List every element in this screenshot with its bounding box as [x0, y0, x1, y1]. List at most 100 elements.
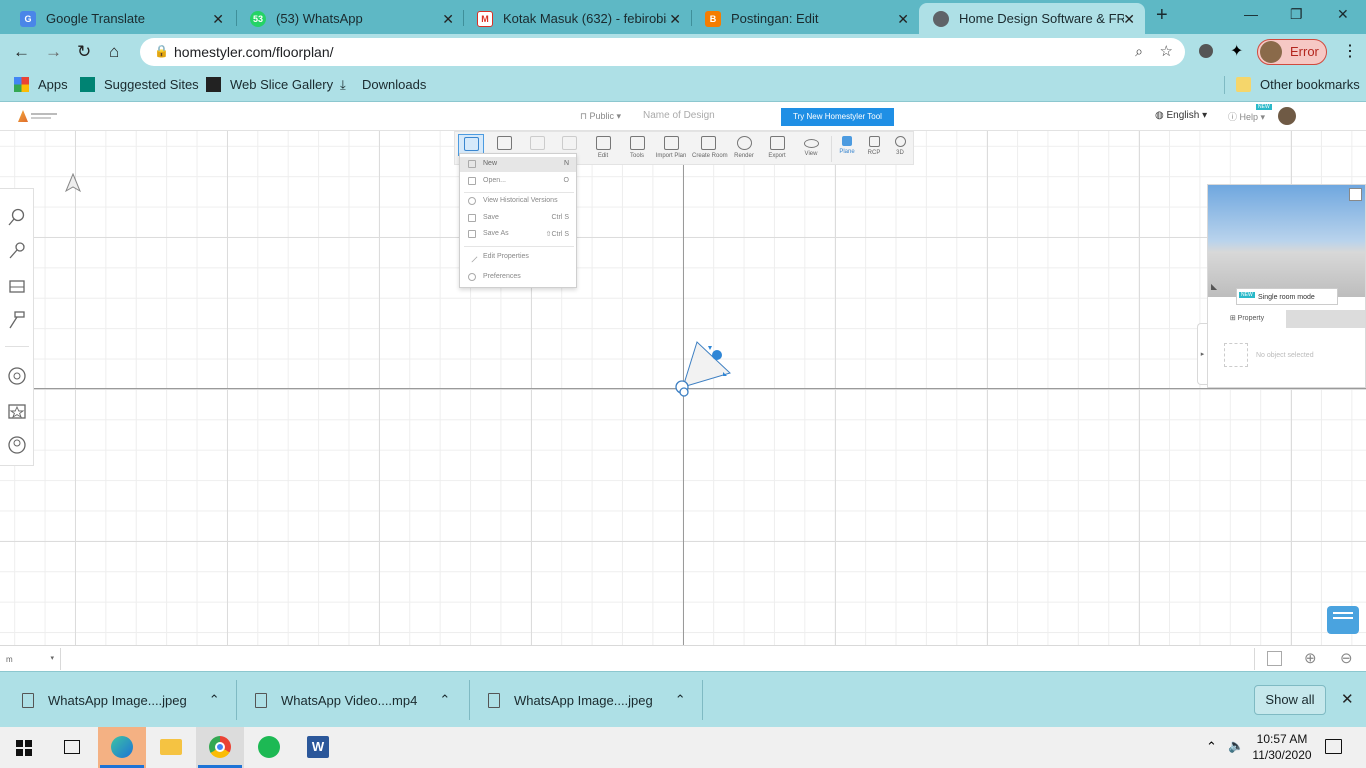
notification-icon[interactable] — [1325, 739, 1342, 754]
zoom-in-icon[interactable]: ⊕ — [1304, 649, 1317, 667]
single-room-mode-toggle[interactable]: NEW Single room mode — [1236, 288, 1338, 305]
help-menu[interactable]: ⓘ Help ▾ — [1228, 110, 1265, 123]
favorites-icon[interactable] — [7, 401, 27, 421]
download-item[interactable]: WhatsApp Image....jpeg ⌃ — [488, 672, 686, 728]
url-text: homestyler.com/floorplan/ — [174, 44, 334, 60]
fit-view-icon[interactable] — [1267, 651, 1282, 666]
browser-toolbar: ← → ↻ ⌂ 🔒 homestyler.com/floorplan/ ⌕ ☆ … — [0, 34, 1366, 70]
puzzle-icon[interactable]: ✦ — [1230, 41, 1243, 61]
chevron-up-icon[interactable]: ⌃ — [439, 692, 450, 708]
create-room-button[interactable]: Create Room — [692, 134, 728, 164]
chevron-up-icon[interactable]: ⌃ — [1206, 739, 1217, 755]
user-profile-icon[interactable] — [7, 435, 27, 455]
resize-handle-icon[interactable]: ◣ — [1211, 282, 1217, 291]
edit-button[interactable]: Edit — [587, 134, 619, 164]
language-selector[interactable]: ◍ English ▾ — [1155, 110, 1207, 121]
menu-item-edit-properties[interactable]: Edit Properties — [460, 250, 576, 265]
try-new-tool-button[interactable]: Try New Homestyler Tool — [781, 108, 894, 126]
menu-item-view-historical-versions[interactable]: View Historical Versions — [460, 194, 576, 209]
zoom-icon[interactable]: ⌕ — [1135, 43, 1143, 60]
tools-button[interactable]: Tools — [621, 134, 653, 164]
import-plan-button[interactable]: Import Plan — [655, 134, 687, 164]
camera-widget[interactable] — [670, 339, 734, 401]
task-view-button[interactable] — [48, 727, 96, 768]
close-icon[interactable]: ✕ — [1123, 11, 1135, 28]
taskbar-chrome[interactable] — [196, 727, 244, 768]
taskbar-file-explorer[interactable] — [147, 727, 195, 768]
menu-item-save-as[interactable]: Save As ⇧Ctrl S — [460, 227, 576, 242]
close-icon[interactable]: ✕ — [212, 11, 224, 28]
start-button[interactable] — [0, 727, 48, 768]
close-window-button[interactable]: ✕ — [1337, 6, 1349, 23]
bookmark-apps[interactable]: Apps — [14, 77, 68, 92]
reload-icon[interactable]: ↻ — [77, 42, 91, 62]
expand-view-icon[interactable] — [1349, 188, 1362, 201]
browser-tab-strip: G Google Translate ✕ 53 (53) WhatsApp ✕ … — [0, 0, 1366, 34]
menu-item-label: Save — [483, 214, 499, 221]
camera-target-handle[interactable] — [712, 350, 722, 360]
menu-kebab-icon[interactable]: ⋮ — [1342, 41, 1358, 61]
zoom-out-icon[interactable]: ⊖ — [1340, 649, 1353, 667]
download-item[interactable]: WhatsApp Video....mp4 ⌃ — [255, 672, 450, 728]
tab-title: Google Translate — [46, 11, 146, 26]
show-all-button[interactable]: Show all — [1254, 685, 1326, 715]
tab-title: (53) WhatsApp — [276, 11, 363, 26]
chat-support-button[interactable] — [1327, 606, 1359, 634]
furniture-icon[interactable] — [7, 276, 27, 296]
user-avatar[interactable] — [1278, 107, 1296, 125]
menu-item-preferences[interactable]: Preferences — [460, 270, 576, 285]
extension-icon[interactable] — [1199, 44, 1213, 58]
panel-collapse-toggle[interactable]: ▸ — [1197, 323, 1207, 385]
close-icon[interactable]: ✕ — [669, 11, 681, 28]
forward-icon[interactable]: → — [45, 42, 62, 62]
new-tab-button[interactable]: + — [1156, 4, 1168, 27]
clock[interactable]: 10:57 AM 11/30/2020 — [1252, 731, 1312, 763]
floorplan-canvas[interactable] — [0, 131, 1366, 645]
address-bar[interactable]: 🔒 homestyler.com/floorplan/ ⌕ ☆ — [140, 38, 1185, 66]
close-icon[interactable]: ✕ — [442, 11, 454, 28]
compass-north-icon[interactable] — [64, 173, 82, 193]
profile-error-button[interactable]: Error — [1257, 39, 1327, 65]
bookmark-web-slice-gallery[interactable]: Web Slice Gallery — [206, 77, 333, 92]
chevron-up-icon[interactable]: ⌃ — [209, 692, 220, 708]
visibility-dropdown[interactable]: ⊓ Public ▾ — [580, 111, 621, 122]
star-icon[interactable]: ☆ — [1160, 42, 1173, 60]
download-item[interactable]: WhatsApp Image....jpeg ⌃ — [22, 672, 220, 728]
unit-selector[interactable]: m ▾ — [0, 648, 61, 670]
design-name-input[interactable]: Name of Design — [643, 110, 715, 121]
taskbar-spotify[interactable] — [245, 727, 293, 768]
tab-gmail[interactable]: M Kotak Masuk (632) - febirobian ✕ — [463, 3, 691, 34]
taskbar-word[interactable]: W — [294, 727, 342, 768]
other-bookmarks[interactable]: Other bookmarks — [1236, 77, 1360, 92]
hammer-icon[interactable] — [7, 310, 27, 330]
tab-blogger[interactable]: B Postingan: Edit ✕ — [691, 3, 919, 34]
view-button[interactable]: View — [795, 134, 827, 164]
tab-homestyler[interactable]: Home Design Software & FREE ✕ — [919, 3, 1145, 34]
export-button[interactable]: Export — [761, 134, 793, 164]
home-icon[interactable]: ⌂ — [109, 42, 119, 62]
bookmark-suggested-sites[interactable]: Suggested Sites — [80, 77, 199, 92]
bookmark-downloads[interactable]: ⤓ Downloads — [340, 77, 426, 92]
homestyler-logo[interactable] — [18, 110, 58, 122]
volume-icon[interactable]: 🔈 — [1228, 738, 1244, 754]
tab-property[interactable]: ⊞ Property — [1208, 310, 1286, 328]
chevron-down-icon: ▾ — [50, 655, 54, 662]
chevron-up-icon[interactable]: ⌃ — [675, 692, 686, 708]
render-button[interactable]: Render — [728, 134, 760, 164]
menu-item-save[interactable]: Save Ctrl S — [460, 211, 576, 226]
3d-preview-viewport[interactable]: ◣ — [1208, 185, 1365, 297]
menu-item-new[interactable]: New N — [460, 157, 576, 172]
brush-icon[interactable] — [7, 241, 27, 261]
minimize-button[interactable]: — — [1244, 6, 1258, 22]
search-icon[interactable] — [7, 207, 27, 227]
close-icon[interactable]: ✕ — [1341, 690, 1354, 708]
tab-whatsapp[interactable]: 53 (53) WhatsApp ✕ — [236, 3, 464, 34]
back-icon[interactable]: ← — [13, 42, 30, 62]
3d-view-button[interactable]: 3D — [884, 134, 916, 164]
compass-icon[interactable] — [7, 366, 27, 386]
menu-item-open[interactable]: Open... O — [460, 174, 576, 189]
close-icon[interactable]: ✕ — [897, 11, 909, 28]
tab-google-translate[interactable]: G Google Translate ✕ — [6, 3, 234, 34]
taskbar-edge[interactable] — [98, 727, 146, 768]
restore-button[interactable]: ❐ — [1290, 6, 1303, 23]
